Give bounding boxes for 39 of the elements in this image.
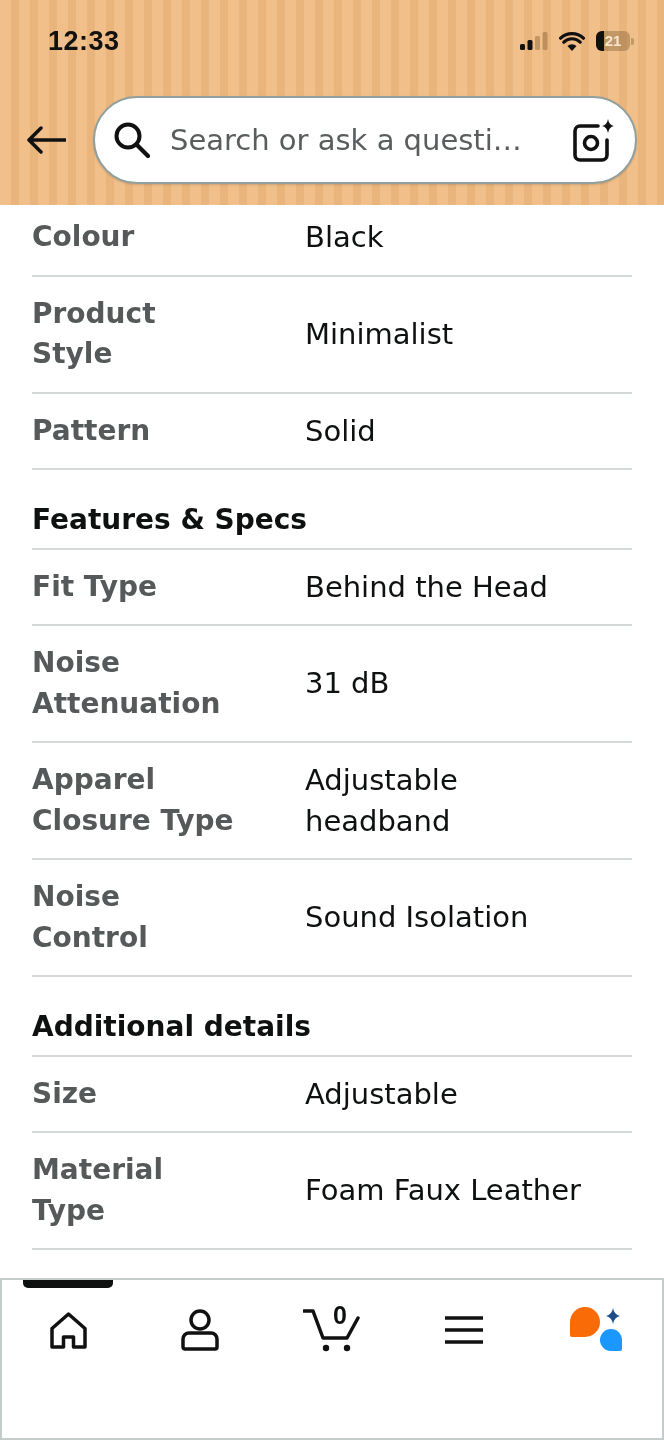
battery-indicator: 21 bbox=[596, 31, 634, 51]
attribute-label: Pattern bbox=[32, 412, 151, 449]
attribute-label: Apparel Closure Type bbox=[32, 762, 235, 839]
search-input[interactable]: Search or ask a questi… bbox=[170, 118, 551, 162]
attribute-label: Noise Control bbox=[32, 879, 149, 956]
cart-icon bbox=[303, 1308, 361, 1352]
attribute-value: Adjustable headband bbox=[305, 762, 459, 840]
signal-icon bbox=[520, 32, 548, 50]
wifi-icon bbox=[559, 31, 585, 51]
chat-bubbles-sparkle-icon bbox=[569, 1307, 623, 1353]
assistant-button[interactable] bbox=[569, 1306, 623, 1354]
attribute-value: Solid bbox=[305, 412, 376, 450]
attribute-value: Foam Faux Leather bbox=[305, 1172, 581, 1210]
search-icon bbox=[114, 122, 150, 158]
attribute-label: Noise Attenuation bbox=[32, 645, 222, 722]
back-button[interactable] bbox=[26, 126, 66, 154]
person-icon bbox=[181, 1309, 219, 1351]
attribute-value: Behind the Head bbox=[305, 568, 548, 606]
camera-button[interactable] bbox=[571, 118, 615, 162]
attribute-label: Product Style bbox=[32, 295, 157, 372]
attribute-value: 31 dB bbox=[305, 665, 390, 703]
search-field[interactable]: Search or ask a questi… bbox=[93, 96, 637, 184]
camera-sparkle-icon bbox=[571, 118, 615, 162]
status-time: 12:33 bbox=[48, 27, 120, 55]
cart-button[interactable]: 0 bbox=[303, 1306, 361, 1354]
attribute-label: Material Type bbox=[32, 1152, 165, 1229]
attribute-label: Size bbox=[32, 1075, 98, 1112]
section-heading: Features & Specs bbox=[32, 470, 632, 550]
attribute-label: Colour bbox=[32, 219, 135, 255]
attribute-label: Fit Type bbox=[32, 568, 157, 605]
attribute-value: Minimalist bbox=[305, 315, 454, 353]
section-heading: Additional details bbox=[32, 977, 632, 1057]
back-arrow-icon bbox=[26, 126, 66, 154]
account-button[interactable] bbox=[181, 1306, 219, 1354]
menu-icon bbox=[445, 1315, 483, 1345]
attribute-value: Black bbox=[305, 219, 384, 256]
home-icon bbox=[49, 1311, 87, 1349]
attribute-value: Sound Isolation bbox=[305, 899, 529, 937]
attribute-value: Adjustable bbox=[305, 1075, 458, 1113]
